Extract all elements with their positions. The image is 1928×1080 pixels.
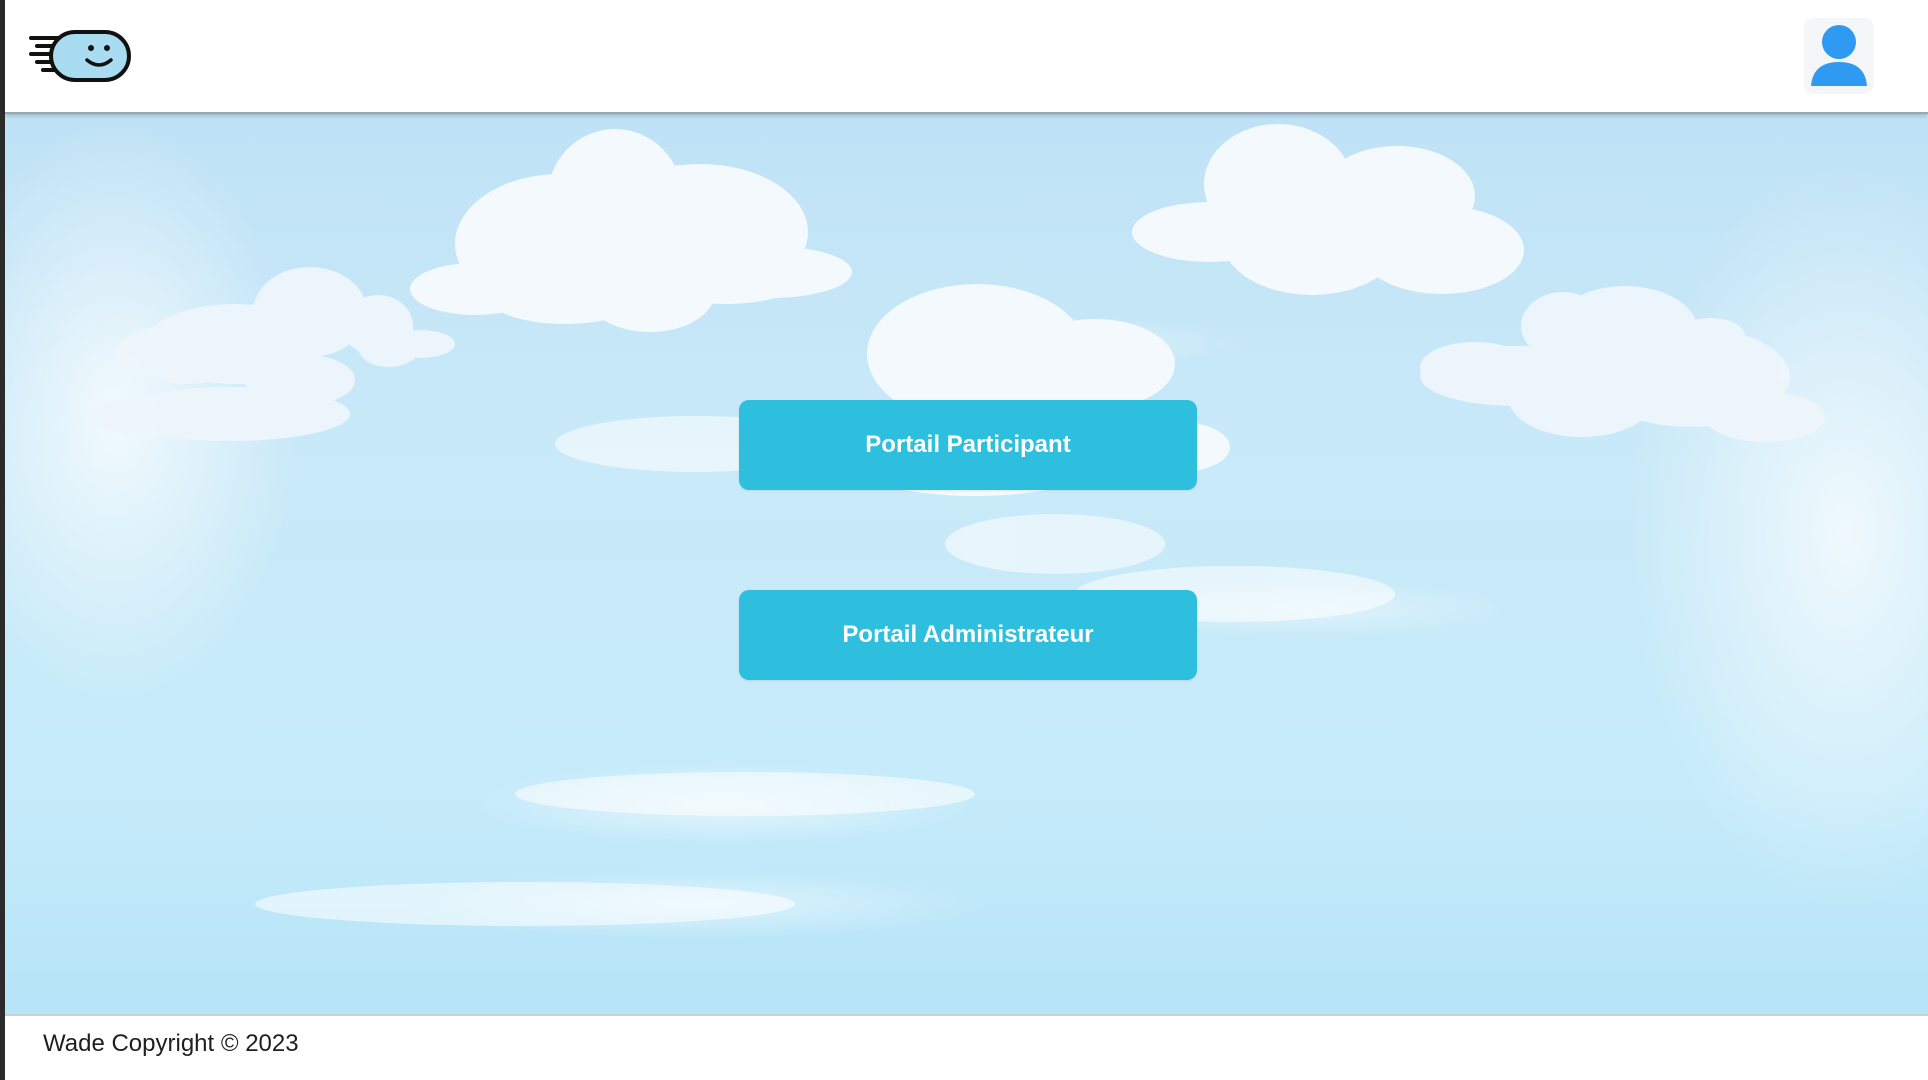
app-frame: Portail Participant Portail Administrate… xyxy=(0,0,1928,1080)
user-profile-button[interactable] xyxy=(1804,18,1874,94)
copyright-text: Wade Copyright © 2023 xyxy=(43,1030,299,1057)
top-navbar xyxy=(5,0,1928,114)
cloud-top-right xyxy=(1132,124,1524,295)
cloud-middle-left xyxy=(88,267,455,441)
cloud-top-left-center xyxy=(410,129,852,332)
cloud-middle-right xyxy=(1420,286,1825,442)
cloud-illustrations xyxy=(88,124,1825,926)
administrator-portal-button[interactable]: Portail Administrateur xyxy=(739,590,1197,680)
participant-portal-button[interactable]: Portail Participant xyxy=(739,400,1197,490)
user-profile-icon xyxy=(1811,25,1867,86)
smiling-face-speed-logo-icon[interactable] xyxy=(29,24,139,84)
sky-background: Portail Participant Portail Administrate… xyxy=(5,114,1928,1014)
footer: Wade Copyright © 2023 xyxy=(5,1014,1928,1080)
